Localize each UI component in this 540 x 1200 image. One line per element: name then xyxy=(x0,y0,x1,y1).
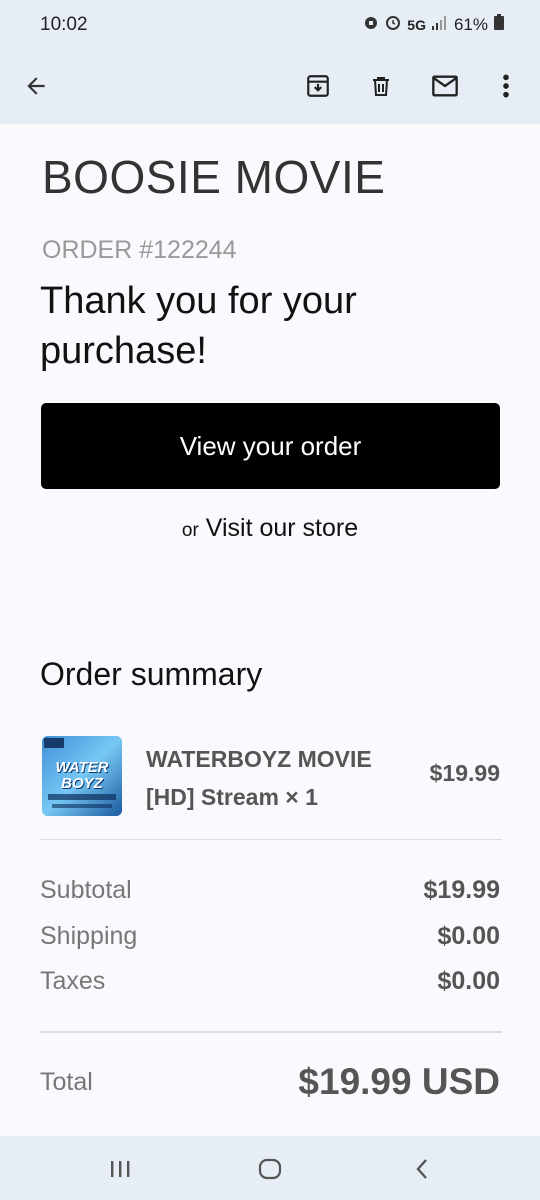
thank-you-heading: Thank you for your purchase! xyxy=(40,280,357,372)
system-nav-bar xyxy=(0,1136,540,1200)
visit-store-link[interactable]: Visit our store xyxy=(206,514,358,542)
app-bar xyxy=(0,48,540,124)
taxes-label: Taxes xyxy=(40,967,106,995)
taxes-value: $0.00 xyxy=(437,967,500,995)
total-value: $19.99 USD xyxy=(298,1061,500,1102)
shipping-value: $0.00 xyxy=(437,922,500,950)
or-text: or xyxy=(181,520,199,541)
delete-icon[interactable] xyxy=(362,67,400,105)
mail-icon[interactable] xyxy=(426,67,464,105)
status-time: 10:02 xyxy=(40,14,88,35)
lock-status-icon xyxy=(363,14,379,35)
subtotal-value: $19.99 xyxy=(423,876,500,904)
brand-title: BOOSIE MOVIE xyxy=(42,151,386,203)
signal-icon xyxy=(431,15,448,35)
status-icons: 5G 61% xyxy=(363,14,504,35)
product-thumbnail: WATER BOYZ xyxy=(42,736,122,816)
visit-store-line: or Visit our store xyxy=(0,514,540,543)
more-vert-icon[interactable] xyxy=(487,67,525,105)
product-thumbnail-title: WATER BOYZ xyxy=(55,759,109,792)
battery-icon xyxy=(494,14,504,35)
divider xyxy=(40,839,502,840)
back-icon[interactable] xyxy=(402,1154,442,1184)
divider xyxy=(40,1031,502,1033)
alarm-icon xyxy=(385,14,401,35)
item-price: $19.99 xyxy=(429,760,500,786)
battery-percent: 61% xyxy=(453,14,488,34)
recents-icon[interactable] xyxy=(100,1154,140,1184)
network-label: 5G xyxy=(407,16,426,33)
subtotal-label: Subtotal xyxy=(40,876,132,904)
order-summary-title: Order summary xyxy=(40,656,263,692)
status-bar: 10:02 5G 61% xyxy=(0,0,540,48)
archive-icon[interactable] xyxy=(299,67,337,105)
home-icon[interactable] xyxy=(250,1154,290,1184)
order-number: ORDER #122244 xyxy=(42,236,237,264)
view-order-button[interactable]: View your order xyxy=(41,403,500,489)
total-label: Total xyxy=(40,1068,93,1096)
shipping-label: Shipping xyxy=(40,922,138,950)
item-name: WATERBOYZ MOVIE [HD] Stream × 1 xyxy=(146,746,372,810)
back-arrow-icon[interactable] xyxy=(17,67,55,105)
